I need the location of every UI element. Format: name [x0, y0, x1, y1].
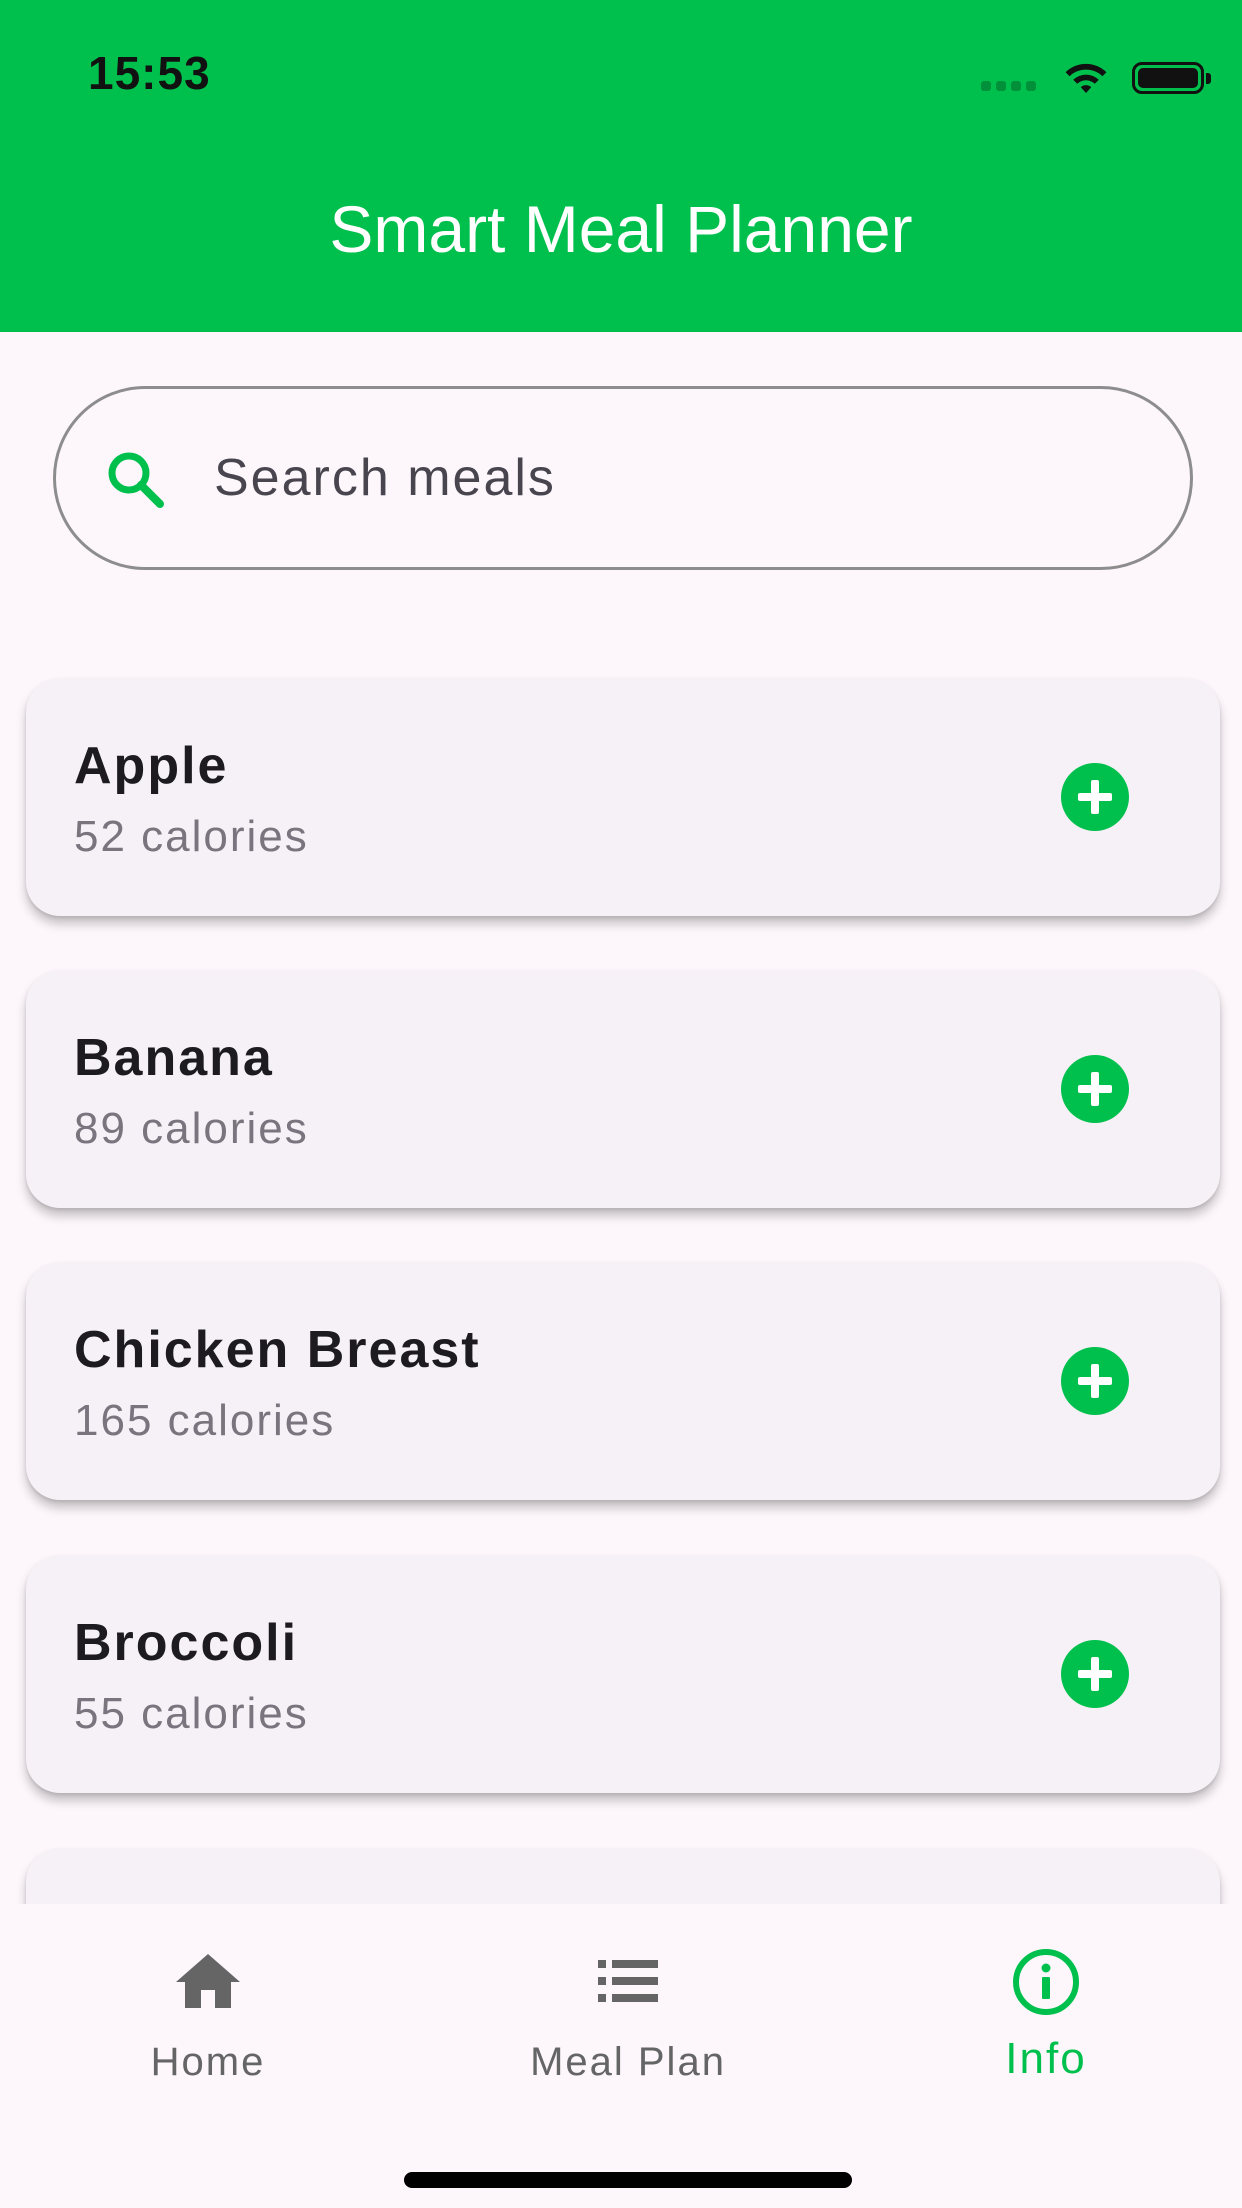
nav-item-info[interactable]: Info	[896, 1938, 1196, 2098]
add-meal-button[interactable]	[1060, 1346, 1130, 1416]
meal-card: Chicken Breast 165 calories	[26, 1262, 1220, 1500]
list-icon	[598, 1960, 658, 2002]
search-icon	[108, 452, 164, 508]
meal-list: Apple 52 calories Banana 89 calories Chi…	[0, 0, 1242, 1904]
nav-label-home: Home	[150, 2040, 266, 2084]
meal-calories: 52 calories	[74, 812, 309, 861]
bottom-navigation: Home Meal Plan Info	[0, 1904, 1242, 2208]
add-meal-button[interactable]	[1060, 1054, 1130, 1124]
meal-card: Broccoli 55 calories	[26, 1555, 1220, 1793]
add-meal-button[interactable]	[1060, 1639, 1130, 1709]
meal-calories: 55 calories	[74, 1689, 309, 1738]
search-bar	[53, 386, 1193, 570]
home-indicator[interactable]	[404, 2172, 852, 2188]
meal-name: Banana	[74, 1029, 274, 1087]
info-icon	[1013, 1949, 1079, 2015]
nav-label-info: Info	[1005, 2034, 1087, 2083]
nav-item-home[interactable]: Home	[58, 1938, 358, 2098]
home-icon	[176, 1954, 240, 2008]
nav-item-meal-plan[interactable]: Meal Plan	[478, 1938, 778, 2098]
meal-name: Chicken Breast	[74, 1321, 481, 1379]
add-meal-button[interactable]	[1060, 762, 1130, 832]
nav-label-meal-plan: Meal Plan	[530, 2040, 726, 2084]
meal-card-partial	[26, 1848, 1220, 1904]
meal-calories: 89 calories	[74, 1104, 309, 1153]
meal-calories: 165 calories	[74, 1396, 336, 1445]
search-input[interactable]	[214, 389, 1114, 567]
meal-card: Banana 89 calories	[26, 970, 1220, 1208]
meal-name: Apple	[74, 737, 229, 795]
meal-card: Apple 52 calories	[26, 678, 1220, 916]
meal-name: Broccoli	[74, 1614, 299, 1672]
